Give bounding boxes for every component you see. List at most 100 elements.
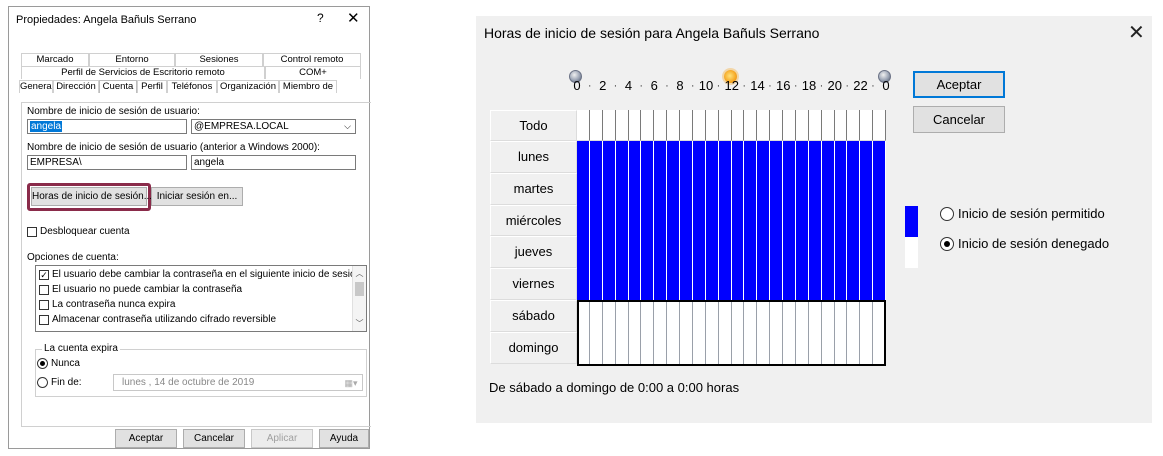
cancel-button[interactable]: Cancelar xyxy=(183,429,245,448)
hour-cell[interactable] xyxy=(860,236,874,269)
hour-cell[interactable] xyxy=(615,268,629,300)
hour-cell[interactable] xyxy=(641,172,655,205)
tab-marcado[interactable]: Marcado xyxy=(21,53,89,66)
hour-cell[interactable] xyxy=(654,172,668,205)
hour-cell[interactable] xyxy=(589,172,603,205)
hour-cell[interactable] xyxy=(731,236,745,269)
account-option-item[interactable]: ✓ El usuario debe cambiar la contraseña … xyxy=(39,269,361,280)
hour-cell[interactable] xyxy=(615,236,629,269)
hour-cell[interactable] xyxy=(873,141,886,173)
hour-column-header[interactable] xyxy=(821,110,835,141)
hour-cell[interactable] xyxy=(731,268,745,300)
day-header[interactable]: jueves xyxy=(490,236,577,269)
hour-cell[interactable] xyxy=(873,204,886,237)
hour-column-header[interactable] xyxy=(757,110,771,141)
hour-cell[interactable] xyxy=(589,268,603,300)
hour-cell[interactable] xyxy=(783,172,796,205)
hour-cell[interactable] xyxy=(667,141,680,173)
hour-cell[interactable] xyxy=(821,236,835,269)
hour-cell[interactable] xyxy=(847,141,861,173)
hour-cell[interactable] xyxy=(757,141,771,173)
hour-cell[interactable] xyxy=(692,141,706,173)
hour-cell[interactable] xyxy=(821,141,835,173)
hour-cell[interactable] xyxy=(834,141,848,173)
hour-cell[interactable] xyxy=(602,141,616,173)
logon-name-input[interactable]: angela xyxy=(27,119,187,134)
hour-cell[interactable] xyxy=(680,268,693,300)
hour-cell[interactable] xyxy=(680,141,693,173)
hour-cell[interactable] xyxy=(705,204,719,237)
help-button[interactable]: Ayuda xyxy=(319,429,369,448)
hour-cell[interactable] xyxy=(860,172,874,205)
hour-cell[interactable] xyxy=(744,268,758,300)
hour-cell[interactable] xyxy=(718,172,732,205)
hour-cell[interactable] xyxy=(834,236,848,269)
hour-cell[interactable] xyxy=(680,204,693,237)
hour-cell[interactable] xyxy=(731,204,745,237)
hour-column-header[interactable] xyxy=(808,110,822,141)
tab-miembro-de[interactable]: Miembro de xyxy=(279,80,337,93)
chevron-up-icon[interactable]: ︿ xyxy=(353,268,366,279)
hour-cell[interactable] xyxy=(718,204,732,237)
hour-column-header[interactable] xyxy=(641,110,655,141)
hour-cell[interactable] xyxy=(615,141,629,173)
hour-cell[interactable] xyxy=(654,204,668,237)
account-option-item[interactable]: La contraseña nunca expira xyxy=(39,299,175,310)
hour-cell[interactable] xyxy=(641,236,655,269)
day-header[interactable]: sábado xyxy=(490,300,577,332)
hour-cell[interactable] xyxy=(641,268,655,300)
hour-cell[interactable] xyxy=(783,268,796,300)
hour-cell[interactable] xyxy=(718,141,732,173)
hour-cell[interactable] xyxy=(821,172,835,205)
hour-cell[interactable] xyxy=(705,236,719,269)
hour-column-header[interactable] xyxy=(795,110,809,141)
hour-cell[interactable] xyxy=(860,204,874,237)
account-option-item[interactable]: El usuario no puede cambiar la contraseñ… xyxy=(39,284,242,295)
close-icon[interactable]: ✕ xyxy=(1128,20,1145,45)
hour-column-header[interactable] xyxy=(589,110,603,141)
hour-cell[interactable] xyxy=(718,236,732,269)
hour-column-header[interactable] xyxy=(577,110,590,141)
hour-cell[interactable] xyxy=(692,236,706,269)
hour-cell[interactable] xyxy=(821,204,835,237)
hour-cell[interactable] xyxy=(589,204,603,237)
hour-cell[interactable] xyxy=(783,236,796,269)
hour-cell[interactable] xyxy=(757,268,771,300)
hour-cell[interactable] xyxy=(808,141,822,173)
ok-button[interactable]: Aceptar xyxy=(115,429,177,448)
hour-cell[interactable] xyxy=(744,172,758,205)
hour-cell[interactable] xyxy=(667,204,680,237)
tab-com-plus[interactable]: COM+ xyxy=(265,66,361,79)
hour-column-header[interactable] xyxy=(680,110,693,141)
tab-telefonos[interactable]: Teléfonos xyxy=(167,80,217,93)
hour-cell[interactable] xyxy=(770,172,783,205)
hour-column-header[interactable] xyxy=(873,110,886,141)
tab-cuenta[interactable]: Cuenta xyxy=(99,80,137,93)
hour-cell[interactable] xyxy=(744,204,758,237)
hour-cell[interactable] xyxy=(860,141,874,173)
tab-perfil-escritorio-remoto[interactable]: Perfil de Servicios de Escritorio remoto xyxy=(21,66,265,79)
scrollbar-thumb[interactable] xyxy=(355,282,364,296)
hour-column-header[interactable] xyxy=(667,110,680,141)
hour-cell[interactable] xyxy=(873,236,886,269)
hour-cell[interactable] xyxy=(808,268,822,300)
hour-cell[interactable] xyxy=(770,141,783,173)
day-header[interactable]: martes xyxy=(490,172,577,205)
hour-cell[interactable] xyxy=(718,268,732,300)
hour-cell[interactable] xyxy=(757,204,771,237)
hour-cell[interactable] xyxy=(615,172,629,205)
tab-organizacion[interactable]: Organización xyxy=(217,80,279,93)
hour-cell[interactable] xyxy=(757,236,771,269)
options-scrollbar[interactable]: ︿ ﹀ xyxy=(352,266,366,331)
day-header[interactable]: miércoles xyxy=(490,204,577,237)
hour-column-header[interactable] xyxy=(783,110,796,141)
hour-cell[interactable] xyxy=(873,268,886,300)
hour-cell[interactable] xyxy=(577,141,590,173)
hour-cell[interactable] xyxy=(654,141,668,173)
hour-cell[interactable] xyxy=(744,236,758,269)
hour-cell[interactable] xyxy=(834,268,848,300)
help-icon[interactable]: ? xyxy=(317,11,324,25)
hour-cell[interactable] xyxy=(783,204,796,237)
hour-cell[interactable] xyxy=(847,172,861,205)
hour-cell[interactable] xyxy=(770,204,783,237)
